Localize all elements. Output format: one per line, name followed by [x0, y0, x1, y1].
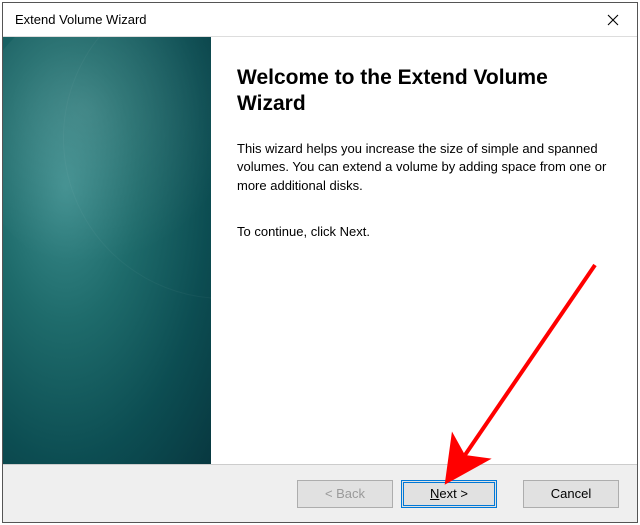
cancel-button[interactable]: Cancel [523, 480, 619, 508]
content-area: Welcome to the Extend Volume Wizard This… [3, 37, 637, 464]
titlebar: Extend Volume Wizard [3, 3, 637, 37]
wizard-continue-hint: To continue, click Next. [237, 224, 607, 239]
next-button-accelerator: N [430, 486, 439, 501]
next-button[interactable]: Next > [401, 480, 497, 508]
wizard-heading: Welcome to the Extend Volume Wizard [237, 65, 607, 118]
wizard-main-panel: Welcome to the Extend Volume Wizard This… [211, 37, 637, 464]
button-bar: < Back Next > Cancel [3, 464, 637, 522]
close-icon [607, 14, 619, 26]
back-button: < Back [297, 480, 393, 508]
wizard-side-graphic [3, 37, 211, 464]
close-button[interactable] [589, 3, 637, 36]
window-title: Extend Volume Wizard [15, 12, 147, 27]
next-button-suffix: ext > [439, 486, 468, 501]
wizard-description: This wizard helps you increase the size … [237, 140, 607, 197]
wizard-window: Extend Volume Wizard Welcome to the Exte… [2, 2, 638, 523]
